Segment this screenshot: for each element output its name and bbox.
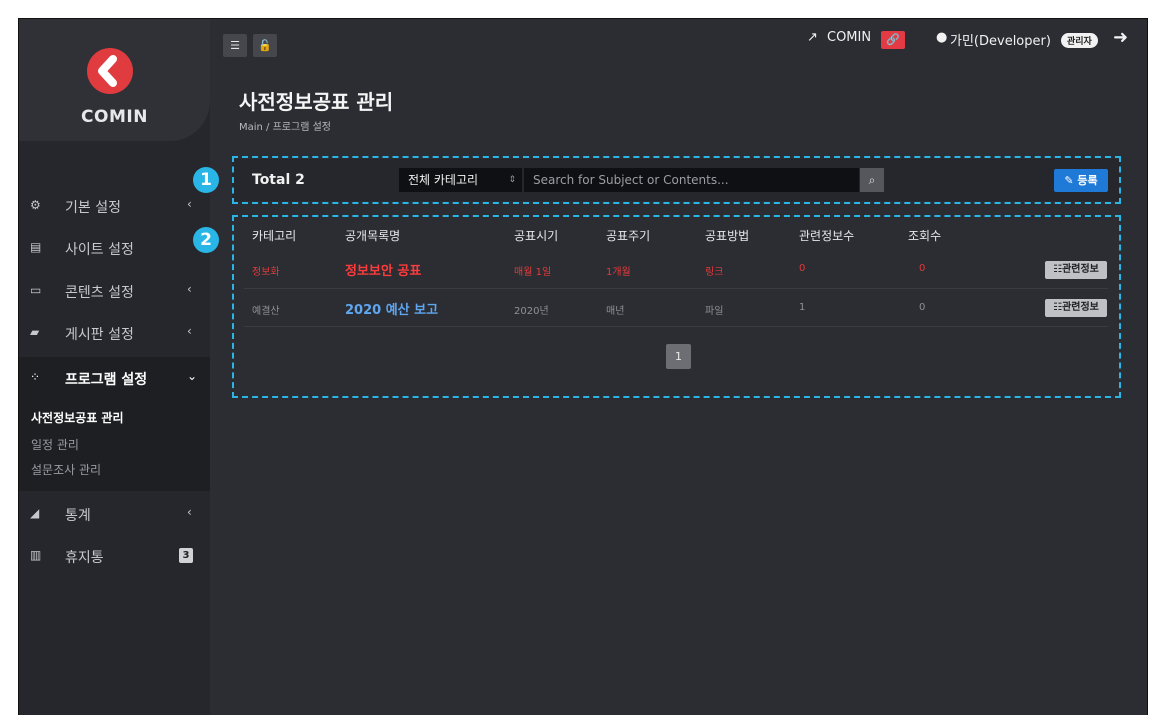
chevron-left-icon: ‹ <box>187 505 192 519</box>
annotation-box-2 <box>232 215 1121 398</box>
user-icon: ● <box>936 30 948 45</box>
user-name[interactable]: 가민(Developer) <box>950 30 1051 49</box>
sidebar-item-label: 프로그램 설정 <box>65 372 148 388</box>
chevron-left-icon: ‹ <box>187 197 192 211</box>
sidebar-item-basic-settings[interactable]: ⚙ 기본 설정 ‹ <box>19 185 210 227</box>
unlock-icon: 🔓 <box>258 39 272 52</box>
brand-name: COMIN <box>81 107 148 127</box>
top-right-bar: ↗ COMIN 🔗 ● 가민(Developer) 관리자 ➜ <box>807 27 1137 50</box>
logo-area[interactable]: COMIN <box>19 19 210 141</box>
sidebar: COMIN ⚙ 기본 설정 ‹ ▤ 사이트 설정 ▭ 콘텐츠 설정 ‹ ▰ 게시… <box>19 19 210 715</box>
area-chart-icon: ◢ <box>30 506 40 520</box>
sitemap-icon: ⁘ <box>30 370 41 384</box>
sidebar-item-label: 사이트 설정 <box>65 242 134 258</box>
logo-icon <box>87 48 133 94</box>
unlock-button[interactable]: 🔓 <box>253 34 277 57</box>
logout-icon[interactable]: ➜ <box>1113 27 1128 48</box>
link-icon-button[interactable]: 🔗 <box>881 31 905 49</box>
server-icon: ▤ <box>30 240 42 254</box>
annotation-marker-1: 1 <box>193 167 219 193</box>
comments-icon: ▰ <box>30 325 40 339</box>
chevron-left-icon: ‹ <box>187 324 192 338</box>
sidebar-item-content-settings[interactable]: ▭ 콘텐츠 설정 ‹ <box>19 270 210 312</box>
gears-icon: ⚙ <box>30 198 41 212</box>
trash-icon: ▥ <box>30 548 42 562</box>
chevron-down-icon: ⌄ <box>187 369 198 383</box>
sidebar-item-label: 게시판 설정 <box>65 327 134 343</box>
site-link[interactable]: COMIN <box>827 30 871 45</box>
sidebar-item-program-settings[interactable]: ⁘ 프로그램 설정 ⌄ <box>19 357 210 399</box>
submenu-item-pre-disclosure[interactable]: 사전정보공표 관리 <box>31 409 124 426</box>
submenu-item-survey[interactable]: 설문조사 관리 <box>31 461 101 478</box>
list-icon: ☰ <box>230 39 240 52</box>
sidebar-item-label: 콘텐츠 설정 <box>65 285 134 301</box>
sidebar-item-label: 기본 설정 <box>65 200 121 216</box>
program-submenu: 사전정보공표 관리 일정 관리 설문조사 관리 <box>19 399 210 491</box>
trash-count-badge: 3 <box>179 548 193 563</box>
page-title: 사전정보공표 관리 <box>239 90 394 114</box>
annotation-marker-2: 2 <box>193 227 219 253</box>
sidebar-item-site-settings[interactable]: ▤ 사이트 설정 <box>19 227 210 269</box>
annotation-box-1 <box>232 156 1121 204</box>
sidebar-item-label: 통계 <box>65 508 91 524</box>
role-badge: 관리자 <box>1061 33 1098 48</box>
sidebar-item-statistics[interactable]: ◢ 통계 ‹ <box>19 493 210 535</box>
chevron-left-icon: ‹ <box>187 282 192 296</box>
list-view-button[interactable]: ☰ <box>223 34 247 57</box>
window-icon: ▭ <box>30 283 42 297</box>
sidebar-item-trash[interactable]: ▥ 휴지통 3 <box>19 535 210 577</box>
external-link-icon: ↗ <box>807 30 818 45</box>
sidebar-item-label: 휴지통 <box>65 550 104 566</box>
sidebar-item-board-settings[interactable]: ▰ 게시판 설정 ‹ <box>19 312 210 354</box>
submenu-item-schedule[interactable]: 일정 관리 <box>31 436 79 453</box>
breadcrumb: Main / 프로그램 설정 <box>239 122 331 133</box>
app-window: COMIN ⚙ 기본 설정 ‹ ▤ 사이트 설정 ▭ 콘텐츠 설정 ‹ ▰ 게시… <box>18 18 1148 715</box>
